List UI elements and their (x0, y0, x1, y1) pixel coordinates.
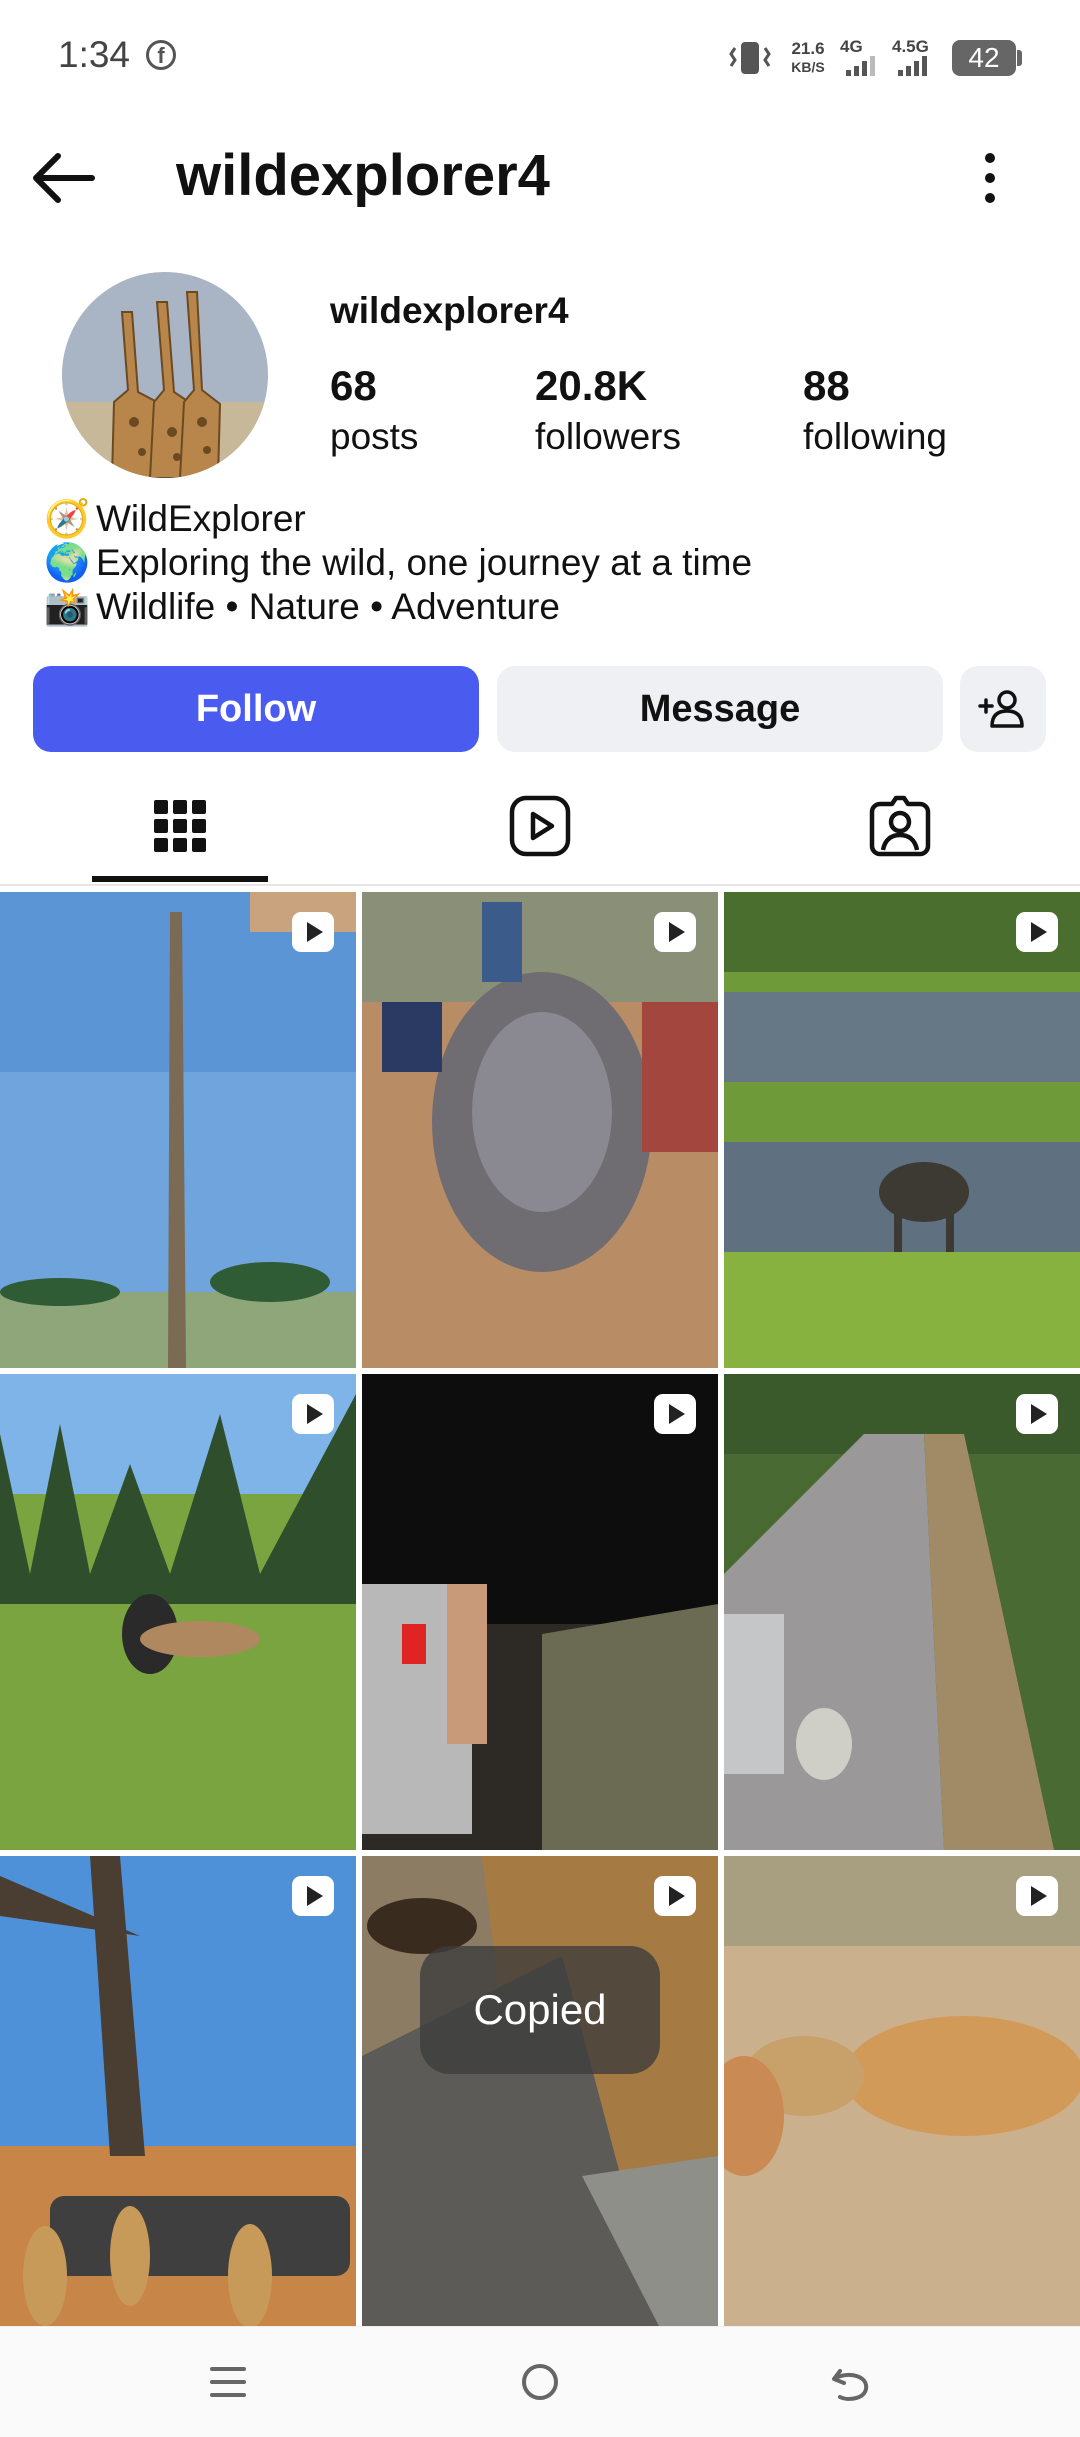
post-thumbnail[interactable] (362, 892, 718, 1368)
reel-indicator-icon (292, 1876, 334, 1916)
reel-indicator-icon (654, 1876, 696, 1916)
palm-tree-thumbnail (0, 892, 356, 1368)
followers-label[interactable]: followers (535, 416, 681, 458)
bio-line: 🌍 Exploring the wild, one journey at a ti… (44, 542, 752, 585)
reels-icon (509, 795, 571, 857)
message-button[interactable]: Message (497, 666, 943, 752)
signal-4.5g-label: 4.5G (892, 37, 929, 56)
following-count[interactable]: 88 (803, 362, 850, 410)
meadow-animals-thumbnail (0, 1374, 356, 1850)
kebab-menu-icon (985, 153, 995, 203)
reel-indicator-icon (292, 912, 334, 952)
globe-icon: 🌍 (44, 542, 91, 583)
system-back-button[interactable] (824, 2357, 880, 2407)
bio-text: WildExplorer (96, 498, 306, 539)
posts-label[interactable]: posts (330, 416, 418, 458)
bio-text: Exploring the wild, one journey at a tim… (96, 542, 753, 583)
system-navigation-bar (0, 2326, 1080, 2437)
signal-4.5g: 4.5G (892, 38, 942, 78)
profile-username: wildexplorer4 (330, 290, 569, 331)
reel-indicator-icon (654, 1394, 696, 1434)
post-thumbnail[interactable] (724, 1856, 1080, 2332)
status-time: 1:34 (58, 34, 131, 75)
more-options-button[interactable] (960, 140, 1020, 216)
signal-4g-label: 4G (840, 37, 863, 56)
post-thumbnail[interactable] (362, 1374, 718, 1850)
vibrate-icon (728, 40, 772, 76)
menu-lines-icon (210, 2367, 246, 2397)
post-thumbnail[interactable] (362, 1856, 718, 2332)
bio-line: 📸 Wildlife • Nature • Adventure (44, 586, 560, 629)
home-button[interactable] (512, 2357, 568, 2407)
network-speed-unit: KB/S (791, 59, 825, 75)
post-thumbnail[interactable] (0, 892, 356, 1368)
giraffes-profile-image (62, 272, 268, 478)
network-speed-value: 21.6 (791, 39, 825, 58)
roadside-car-thumbnail (724, 1374, 1080, 1850)
leopards-thumbnail (724, 1856, 1080, 2332)
recent-apps-button[interactable] (200, 2357, 256, 2407)
camera-icon: 📸 (44, 586, 91, 627)
posts-count[interactable]: 68 (330, 362, 377, 410)
grid-icon (154, 800, 206, 852)
tab-divider (0, 884, 1080, 886)
followers-count[interactable]: 20.8K (535, 362, 647, 410)
compass-icon: 🧭 (44, 498, 91, 539)
network-speed: 21.6 KB/S (782, 40, 834, 76)
suggested-accounts-button[interactable] (960, 666, 1046, 752)
back-arrow-icon (33, 153, 95, 203)
eagle-rocks-thumbnail (362, 1856, 718, 2332)
bio-line: 🧭 WildExplorer (44, 498, 306, 541)
reel-indicator-icon (1016, 1876, 1058, 1916)
copied-toast: Copied (420, 1946, 660, 2074)
avatar[interactable] (62, 272, 268, 478)
following-label[interactable]: following (803, 416, 947, 458)
post-thumbnail[interactable] (724, 892, 1080, 1368)
night-car-thumbnail (362, 1374, 718, 1850)
battery-tip (1017, 50, 1022, 66)
post-thumbnail[interactable] (0, 1856, 356, 2332)
reel-indicator-icon (1016, 912, 1058, 952)
tab-posts-grid[interactable] (10, 772, 350, 880)
add-person-icon (978, 690, 1024, 728)
page-title: wildexplorer4 (176, 143, 550, 208)
wildebeest-thumbnail (724, 892, 1080, 1368)
reel-indicator-icon (654, 912, 696, 952)
follow-button[interactable]: Follow (33, 666, 479, 752)
catfish-thumbnail (362, 892, 718, 1368)
post-thumbnail[interactable] (724, 1374, 1080, 1850)
lions-tree-thumbnail (0, 1856, 356, 2332)
active-tab-indicator (92, 876, 268, 882)
back-button[interactable] (28, 140, 104, 216)
post-thumbnail[interactable] (0, 1374, 356, 1850)
home-circle-icon (522, 2364, 558, 2400)
tab-reels[interactable] (370, 772, 710, 880)
facebook-notification-icon: f (146, 40, 176, 70)
bio-text: Wildlife • Nature • Adventure (96, 586, 560, 627)
reel-indicator-icon (292, 1394, 334, 1434)
battery-indicator: 42 (952, 40, 1016, 76)
tagged-icon (869, 795, 931, 857)
tab-tagged[interactable] (730, 772, 1070, 880)
return-arrow-icon (832, 2369, 869, 2401)
signal-4g: 4G (840, 38, 884, 78)
reel-indicator-icon (1016, 1394, 1058, 1434)
